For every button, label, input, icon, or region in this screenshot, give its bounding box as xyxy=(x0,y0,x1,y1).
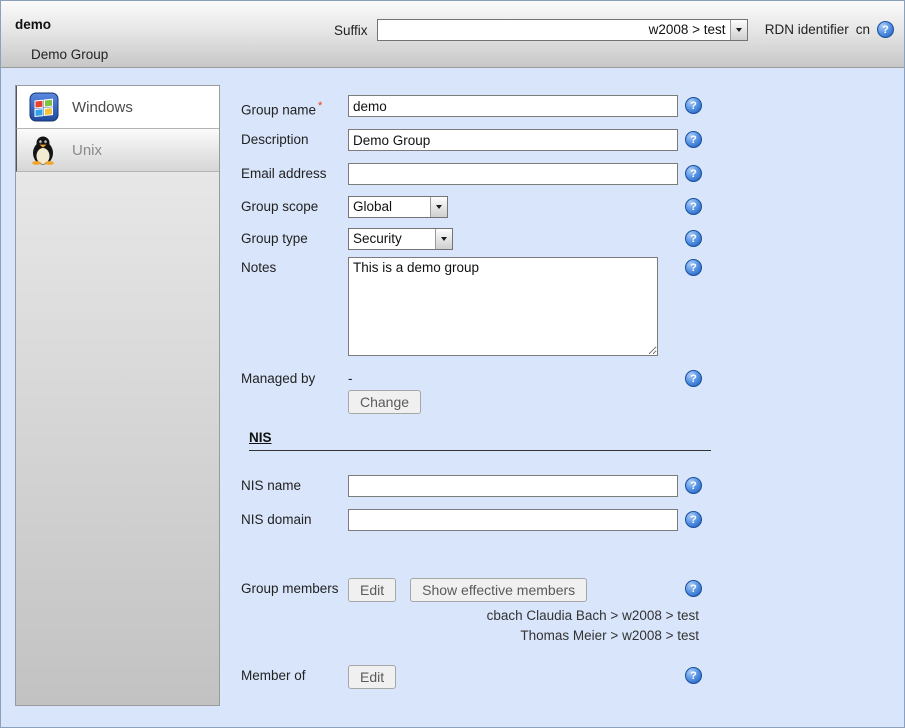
email-label: Email address xyxy=(241,163,348,185)
windows-icon xyxy=(29,92,59,122)
page-subtitle: Demo Group xyxy=(31,47,108,62)
group-scope-value: Global xyxy=(349,197,430,217)
managed-by-actions: Change xyxy=(241,390,716,414)
nis-name-help-icon[interactable]: ? xyxy=(685,477,702,494)
group-members-edit-button[interactable]: Edit xyxy=(348,578,396,602)
member-item: cbach Claudia Bach > w2008 > test xyxy=(241,606,699,626)
notes-label: Notes xyxy=(241,257,348,279)
group-name-row: Group name* ? xyxy=(241,95,716,122)
group-name-label: Group name* xyxy=(241,95,348,122)
notes-textarea[interactable]: This is a demo group xyxy=(348,257,658,356)
group-type-dropdown-button[interactable] xyxy=(435,229,452,249)
sidebar: Windows Unix xyxy=(15,85,220,706)
tab-unix[interactable]: Unix xyxy=(16,129,219,172)
managed-by-row: Managed by - ? xyxy=(241,368,716,390)
form-content: Group name* ? Description ? Email addres… xyxy=(241,1,716,728)
group-members-row: Group members Edit Show effective member… xyxy=(241,578,716,602)
sidebar-fill xyxy=(16,172,219,705)
description-help-icon[interactable]: ? xyxy=(685,131,702,148)
managed-by-value: - xyxy=(348,368,353,390)
email-row: Email address ? xyxy=(241,163,716,185)
group-type-label: Group type xyxy=(241,228,348,250)
chevron-down-icon xyxy=(736,28,742,32)
rdn-identifier-label: RDN identifier xyxy=(765,22,849,37)
member-of-edit-button[interactable]: Edit xyxy=(348,665,396,689)
nis-name-label: NIS name xyxy=(241,475,348,497)
description-row: Description ? xyxy=(241,129,716,151)
managed-by-label: Managed by xyxy=(241,368,348,390)
chevron-down-icon xyxy=(436,205,442,209)
nis-section-title: NIS xyxy=(249,430,272,445)
page-title: demo xyxy=(15,17,51,32)
nis-domain-input[interactable] xyxy=(348,509,678,531)
show-effective-members-button[interactable]: Show effective members xyxy=(410,578,587,602)
group-members-label: Group members xyxy=(241,578,348,600)
group-scope-dropdown-button[interactable] xyxy=(430,197,447,217)
nis-domain-label: NIS domain xyxy=(241,509,348,531)
group-scope-select[interactable]: Global xyxy=(348,196,448,218)
change-button[interactable]: Change xyxy=(348,390,421,414)
nis-domain-help-icon[interactable]: ? xyxy=(685,511,702,528)
group-members-list: cbach Claudia Bach > w2008 > test Thomas… xyxy=(241,606,699,646)
notes-help-icon[interactable]: ? xyxy=(685,259,702,276)
member-item: Thomas Meier > w2008 > test xyxy=(241,626,699,646)
tux-icon xyxy=(29,135,59,165)
email-input[interactable] xyxy=(348,163,678,185)
group-type-value: Security xyxy=(349,229,435,249)
group-scope-label: Group scope xyxy=(241,196,348,218)
chevron-down-icon xyxy=(441,237,447,241)
nis-name-input[interactable] xyxy=(348,475,678,497)
group-type-select[interactable]: Security xyxy=(348,228,453,250)
description-label: Description xyxy=(241,129,348,151)
tab-unix-label: Unix xyxy=(72,142,102,159)
nis-section-header: NIS xyxy=(249,429,711,451)
group-type-help-icon[interactable]: ? xyxy=(685,230,702,247)
group-members-help-icon[interactable]: ? xyxy=(685,580,702,597)
suffix-dropdown-button[interactable] xyxy=(730,20,747,40)
description-input[interactable] xyxy=(348,129,678,151)
group-type-row: Group type Security ? xyxy=(241,228,716,250)
nis-domain-row: NIS domain ? xyxy=(241,509,716,531)
tab-windows[interactable]: Windows xyxy=(16,86,219,129)
member-of-label: Member of xyxy=(241,665,348,687)
member-of-help-icon[interactable]: ? xyxy=(685,667,702,684)
tab-windows-label: Windows xyxy=(72,99,133,116)
member-of-row: Member of Edit ? xyxy=(241,665,716,689)
nis-name-row: NIS name ? xyxy=(241,475,716,497)
group-name-help-icon[interactable]: ? xyxy=(685,97,702,114)
notes-row: Notes This is a demo group ? xyxy=(241,257,716,356)
group-edit-window: demo Demo Group Suffix w2008 > test RDN … xyxy=(0,0,905,728)
rdn-group: RDN identifier cn ? xyxy=(765,21,894,38)
group-scope-row: Group scope Global ? xyxy=(241,196,716,218)
rdn-help-icon[interactable]: ? xyxy=(877,21,894,38)
required-marker: * xyxy=(318,100,322,112)
email-help-icon[interactable]: ? xyxy=(685,165,702,182)
group-name-input[interactable] xyxy=(348,95,678,117)
managed-by-help-icon[interactable]: ? xyxy=(685,370,702,387)
group-scope-help-icon[interactable]: ? xyxy=(685,198,702,215)
rdn-identifier-value: cn xyxy=(856,22,870,37)
